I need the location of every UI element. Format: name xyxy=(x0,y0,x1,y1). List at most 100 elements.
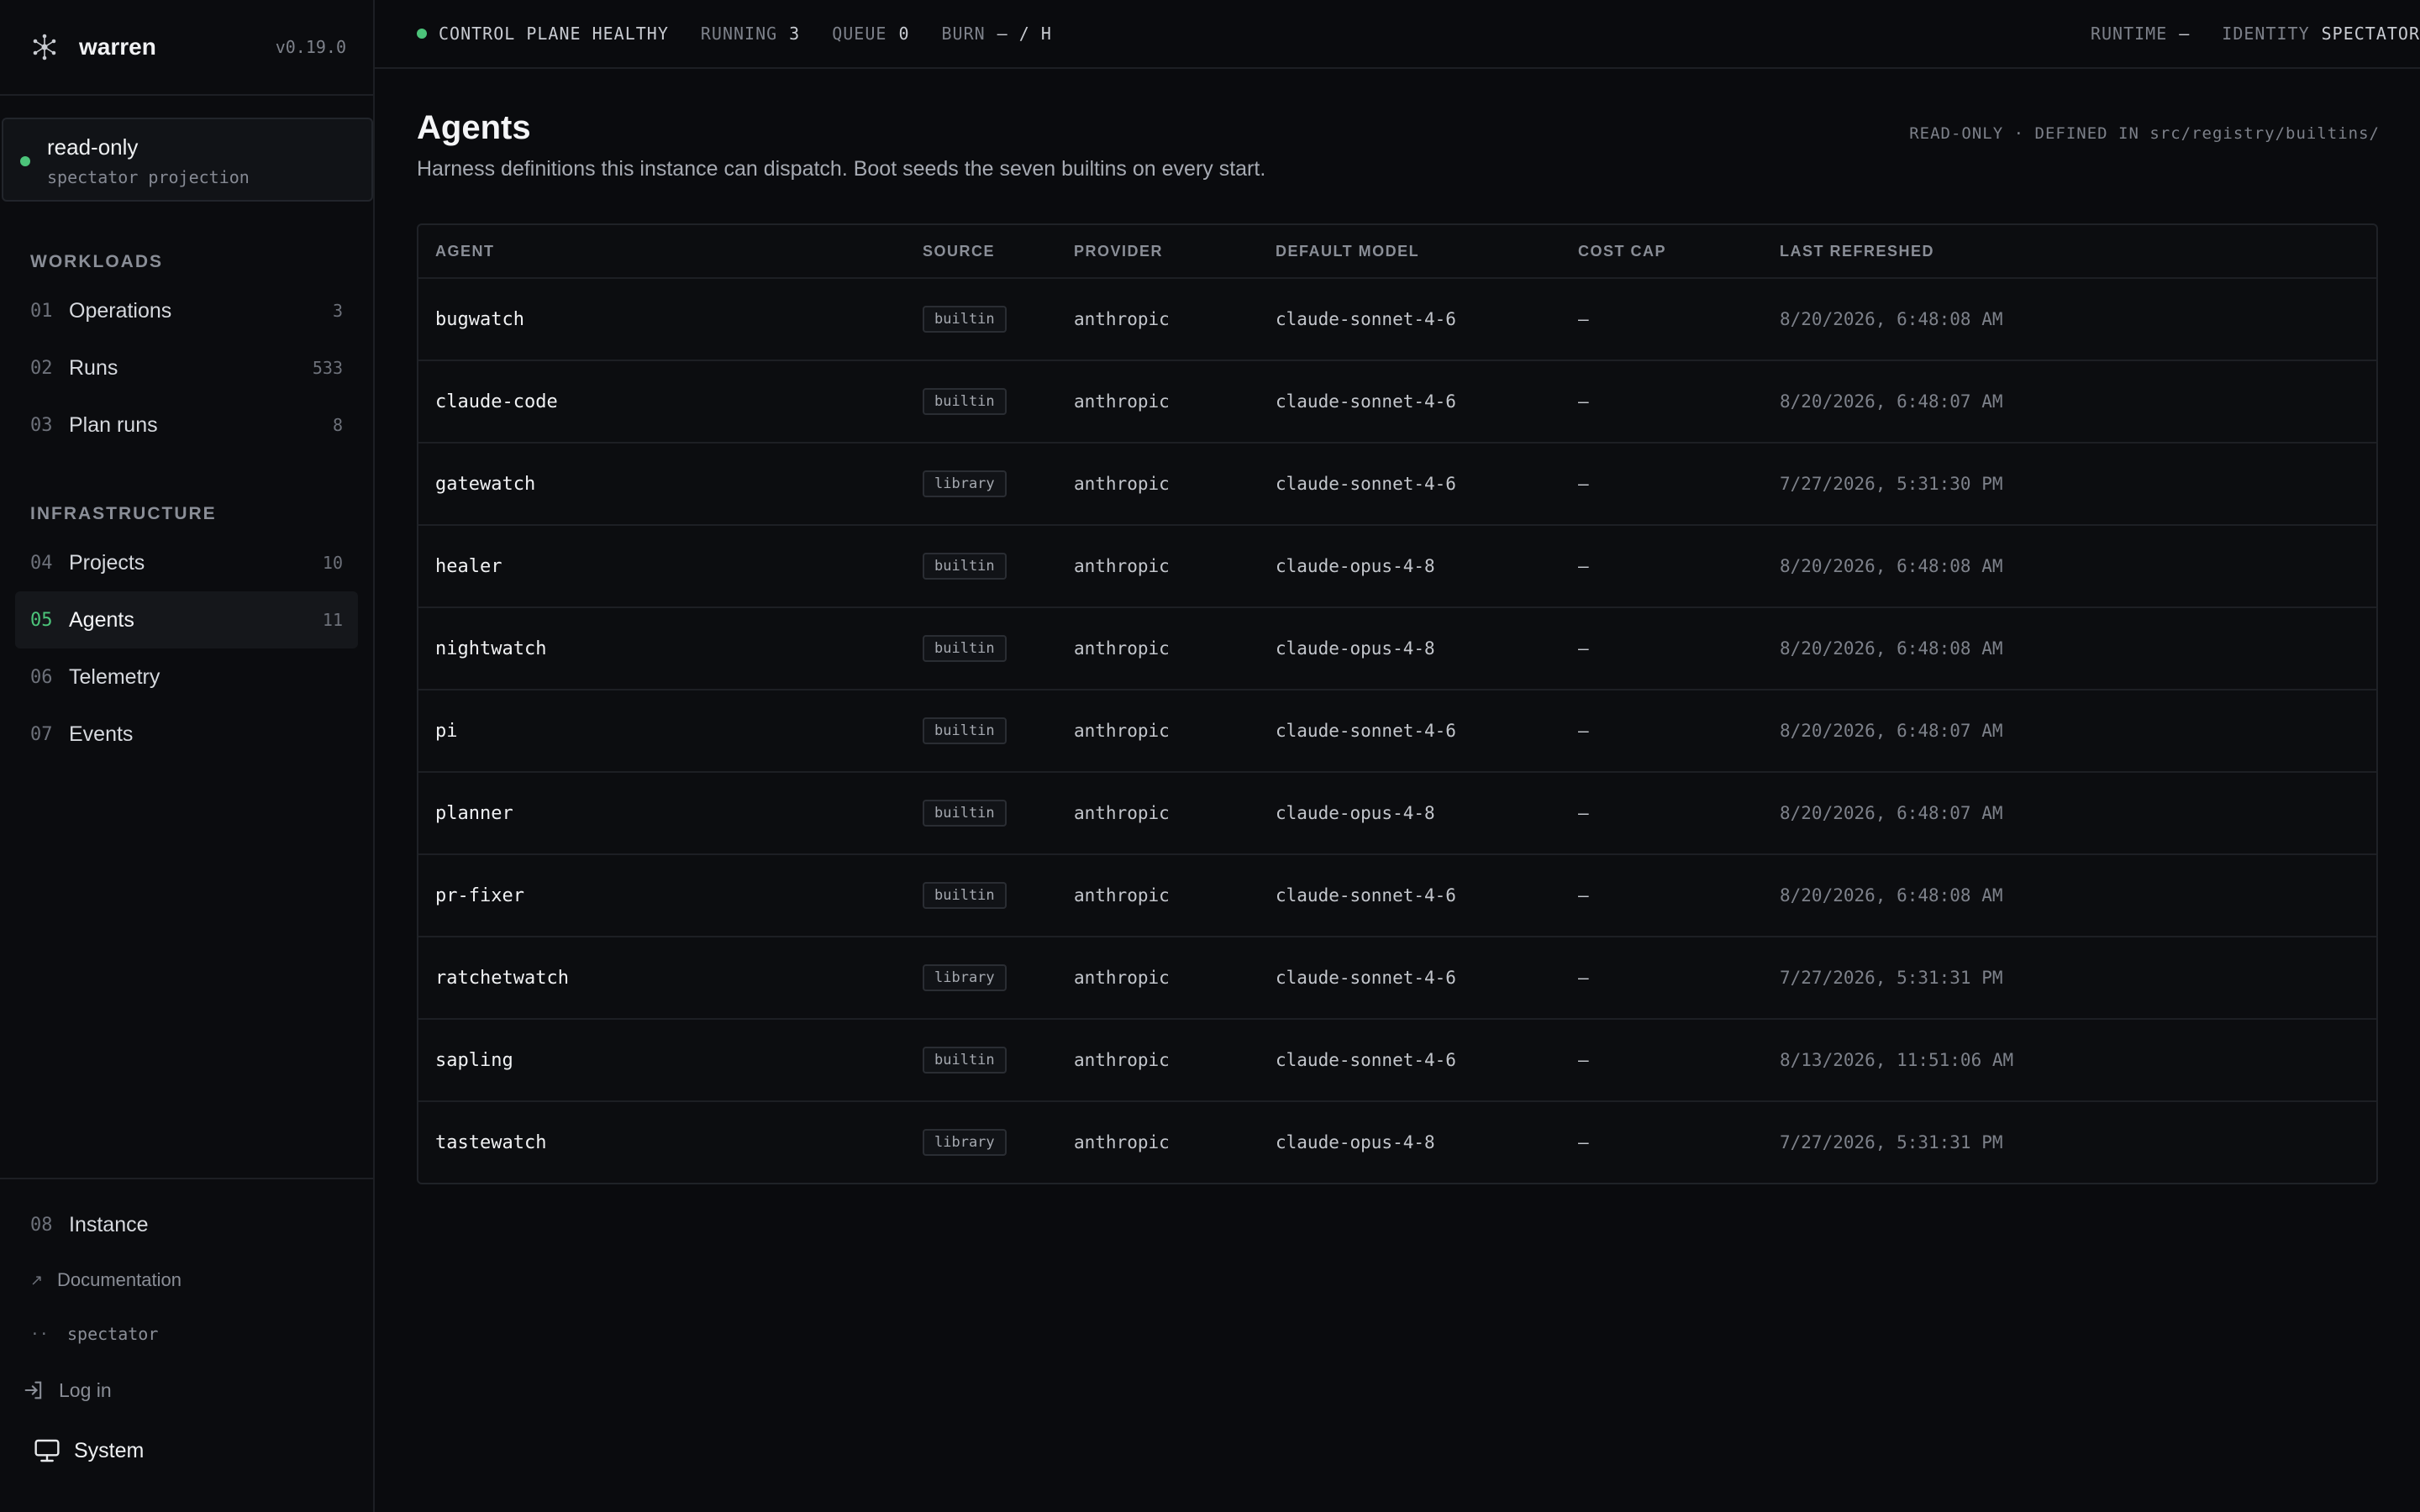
agent-name[interactable]: healer xyxy=(418,525,906,608)
table-row[interactable]: pr-fixer builtin anthropic claude-sonnet-4-… xyxy=(418,854,2376,937)
source-badge: builtin xyxy=(923,635,1007,662)
column-header[interactable]: DEFAULT MODEL xyxy=(1259,225,1561,279)
nav-label: Runs xyxy=(69,355,118,380)
provider-cell: anthropic xyxy=(1057,1019,1259,1102)
agent-name[interactable]: tastewatch xyxy=(418,1101,906,1183)
nav-number: 07 xyxy=(30,723,53,745)
refreshed-cell: 8/13/2026, 11:51:06 AM xyxy=(1763,1019,2376,1102)
status-bar-right: RUNTIME — IDENTITY SPECTATOR xyxy=(2091,24,2420,44)
sidebar-item-projects[interactable]: 04 Projects 10 xyxy=(15,534,358,591)
sidebar-item-runs[interactable]: 02 Runs 533 xyxy=(15,339,358,396)
column-header[interactable]: LAST REFRESHED xyxy=(1763,225,2376,279)
table-row[interactable]: claude-code builtin anthropic claude-sonnet… xyxy=(418,360,2376,444)
table-row[interactable]: bugwatch builtin anthropic claude-sonnet-4-… xyxy=(418,278,2376,361)
theme-toggle[interactable]: System xyxy=(0,1420,373,1482)
column-header[interactable]: PROVIDER xyxy=(1057,225,1259,279)
source-cell: builtin xyxy=(906,690,1057,773)
sidebar-item-plan-runs[interactable]: 03 Plan runs 8 xyxy=(15,396,358,454)
source-cell: builtin xyxy=(906,772,1057,855)
brand-header[interactable]: warren v0.19.0 xyxy=(0,0,373,96)
source-badge: builtin xyxy=(923,717,1007,744)
source-badge: builtin xyxy=(923,388,1007,415)
column-header[interactable]: COST CAP xyxy=(1561,225,1763,279)
source-cell: builtin xyxy=(906,360,1057,444)
health-dot xyxy=(417,29,427,39)
main-content: CONTROL PLANE HEALTHY RUNNING 3 QUEUE 0 … xyxy=(375,0,2420,1512)
agent-name[interactable]: pr-fixer xyxy=(418,854,906,937)
provider-cell: anthropic xyxy=(1057,278,1259,361)
agent-name[interactable]: bugwatch xyxy=(418,278,906,361)
provider-cell: anthropic xyxy=(1057,772,1259,855)
source-cell: library xyxy=(906,937,1057,1020)
queue-stat: QUEUE 0 xyxy=(832,24,909,44)
sidebar-item-agents[interactable]: 05 Agents 11 xyxy=(15,591,358,648)
runtime-stat: RUNTIME — xyxy=(2091,24,2190,44)
app-root: warren v0.19.0 read-only spectator proje… xyxy=(0,0,2420,1512)
column-header[interactable]: SOURCE xyxy=(906,225,1057,279)
refreshed-cell: 8/20/2026, 6:48:07 AM xyxy=(1763,360,2376,444)
table-row[interactable]: nightwatch builtin anthropic claude-opus-4-… xyxy=(418,607,2376,690)
cost-cap-cell: — xyxy=(1578,1132,1589,1152)
refreshed-cell: 8/20/2026, 6:48:08 AM xyxy=(1763,854,2376,937)
documentation-link[interactable]: ↗ Documentation xyxy=(0,1253,373,1307)
table-row[interactable]: ratchetwatch library anthropic claude-sonne… xyxy=(418,937,2376,1020)
table-row[interactable]: pi builtin anthropic claude-sonnet-4-6—8/20… xyxy=(418,690,2376,773)
nav-count: 11 xyxy=(322,610,343,630)
nav-count: 8 xyxy=(332,415,343,435)
model-cell: claude-opus-4-8 xyxy=(1259,607,1561,690)
source-cell: library xyxy=(906,1101,1057,1183)
nav-count: 533 xyxy=(312,358,343,378)
refreshed-cell: 8/20/2026, 6:48:07 AM xyxy=(1763,690,2376,773)
sidebar-item-operations[interactable]: 01 Operations 3 xyxy=(15,282,358,339)
burn-stat: BURN — / H xyxy=(941,24,1051,44)
provider-cell: anthropic xyxy=(1057,937,1259,1020)
agents-table: AGENT SOURCE PROVIDER DEFAULT MODEL COST… xyxy=(417,223,2378,1184)
source-cell: builtin xyxy=(906,525,1057,608)
agent-name[interactable]: sapling xyxy=(418,1019,906,1102)
monitor-icon xyxy=(34,1439,60,1462)
source-badge: builtin xyxy=(923,1047,1007,1074)
login-button[interactable]: Log in xyxy=(0,1361,373,1420)
cost-cap-cell: — xyxy=(1561,607,1763,690)
source-badge: builtin xyxy=(923,800,1007,827)
sidebar-item-telemetry[interactable]: 06 Telemetry xyxy=(15,648,358,706)
nav-label: Plan runs xyxy=(69,412,158,437)
user-row: ·· spectator xyxy=(0,1307,373,1361)
nav-infrastructure: 04 Projects 10 05 Agents 11 06 Telemetry… xyxy=(0,534,373,763)
agent-name[interactable]: claude-code xyxy=(418,360,906,444)
provider-cell: anthropic xyxy=(1074,1132,1170,1152)
queue-label: QUEUE xyxy=(832,24,887,44)
sidebar-item-events[interactable]: 07 Events xyxy=(15,706,358,763)
sidebar-item-instance[interactable]: 08 Instance xyxy=(0,1196,373,1253)
agent-name[interactable]: pi xyxy=(418,690,906,773)
nav-count: 3 xyxy=(332,301,343,321)
table-row[interactable]: gatewatch library anthropic claude-sonnet-4… xyxy=(418,443,2376,526)
source-cell: builtin xyxy=(906,1019,1057,1102)
refreshed-cell: 7/27/2026, 5:31:31 PM xyxy=(1763,937,2376,1020)
model-cell: claude-sonnet-4-6 xyxy=(1259,854,1561,937)
provider-cell: anthropic xyxy=(1057,443,1259,526)
provider-cell: anthropic xyxy=(1057,525,1259,608)
cost-cap-cell: — xyxy=(1561,360,1763,444)
agent-name[interactable]: ratchetwatch xyxy=(418,937,906,1020)
agent-name[interactable]: nightwatch xyxy=(418,607,906,690)
table-row[interactable]: sapling builtin anthropic claude-sonnet-4-6… xyxy=(418,1019,2376,1102)
section-label-infrastructure: INFRASTRUCTURE xyxy=(30,504,217,523)
agent-name[interactable]: gatewatch xyxy=(418,443,906,526)
table-row[interactable]: planner builtin anthropic claude-opus-4-8—8… xyxy=(418,772,2376,855)
column-header[interactable]: AGENT xyxy=(418,225,906,279)
refreshed-cell: 8/20/2026, 6:48:08 AM xyxy=(1763,607,2376,690)
table-row[interactable]: tastewatch library anthropic claude-opus-4-… xyxy=(418,1101,2376,1183)
page-description: Harness definitions this instance can di… xyxy=(417,157,1266,181)
agent-name[interactable]: planner xyxy=(418,772,906,855)
nav-workloads: 01 Operations 3 02 Runs 533 03 Plan runs… xyxy=(0,282,373,454)
identity-stat: IDENTITY SPECTATOR xyxy=(2222,24,2420,44)
nav-number: 03 xyxy=(30,414,53,436)
cost-cap-cell: — xyxy=(1561,772,1763,855)
identity-label: IDENTITY xyxy=(2222,24,2310,44)
page-meta: READ-ONLY · DEFINED IN src/registry/buil… xyxy=(1909,124,2380,143)
table-row[interactable]: healer builtin anthropic claude-opus-4-8—8/… xyxy=(418,525,2376,608)
source-badge: library xyxy=(923,964,1007,991)
nav-label: Projects xyxy=(69,550,145,575)
source-badge: builtin xyxy=(923,553,1007,580)
